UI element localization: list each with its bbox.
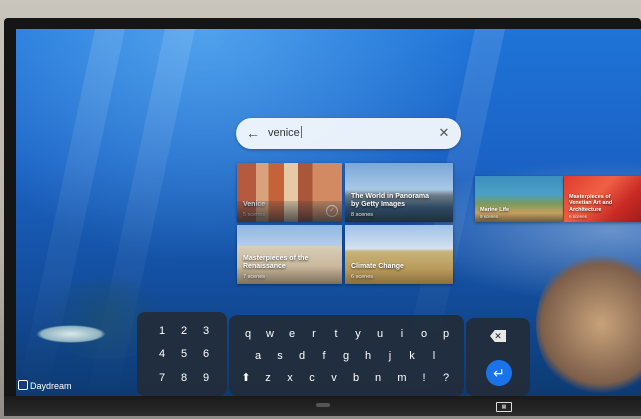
key-6[interactable]: 6 (197, 347, 215, 361)
result-tile-climate-change[interactable]: Climate Change 6 scenes (345, 225, 453, 284)
key-2[interactable]: 2 (175, 324, 193, 338)
key-7[interactable]: 7 (153, 371, 171, 385)
tile-subtitle: 5 scenes (243, 212, 266, 218)
tile-title: Masterpieces of the Renaissance (243, 255, 309, 270)
search-input[interactable]: venice (268, 126, 302, 139)
tile-title: Masterpieces of Venetian Art and Archite… (569, 193, 613, 213)
tile-title: The World in Panorama by Getty Images (351, 193, 430, 208)
back-arrow-icon[interactable]: ← (245, 125, 261, 141)
key-t[interactable]: t (327, 327, 345, 341)
key-a[interactable]: a (249, 349, 267, 363)
key-question[interactable]: ? (437, 371, 455, 385)
result-tile-venice[interactable]: Venice 5 scenes ✓ (237, 163, 342, 222)
key-l[interactable]: l (425, 349, 443, 363)
key-8[interactable]: 8 (175, 371, 193, 385)
key-m[interactable]: m (393, 371, 411, 385)
key-v[interactable]: v (325, 371, 343, 385)
key-d[interactable]: d (293, 349, 311, 363)
key-5[interactable]: 5 (175, 347, 193, 361)
tile-subtitle: 8 scenes (480, 214, 499, 219)
key-n[interactable]: n (369, 371, 387, 385)
tile-title: Venice (243, 201, 266, 208)
key-j[interactable]: j (381, 349, 399, 363)
key-s[interactable]: s (271, 349, 289, 363)
key-c[interactable]: c (303, 371, 321, 385)
key-z[interactable]: z (259, 371, 277, 385)
shift-icon[interactable]: ⬆ (237, 371, 255, 385)
keyboard-alpha: q w e r t y u i o p a s d f g h j k l ⬆ … (229, 315, 464, 396)
coral-reef (536, 249, 641, 396)
key-k[interactable]: k (403, 349, 421, 363)
tile-subtitle: 6 scenes (569, 214, 588, 219)
keyboard-controls: ✕ ↵ (466, 318, 530, 396)
text-caret (300, 126, 302, 138)
keyboard-numpad: 1 2 3 4 5 6 7 8 9 (137, 312, 227, 396)
backspace-icon[interactable]: ✕ (490, 330, 506, 342)
key-exclamation[interactable]: ! (415, 371, 433, 385)
keyboard-icon[interactable]: ▦ (496, 402, 512, 412)
result-tile-venetian-art[interactable]: Masterpieces of Venetian Art and Archite… (564, 176, 641, 222)
tile-subtitle: 6 scenes (351, 274, 374, 280)
result-tile-renaissance[interactable]: Masterpieces of the Renaissance 7 scenes (237, 225, 342, 284)
key-4[interactable]: 4 (153, 347, 171, 361)
key-b[interactable]: b (347, 371, 365, 385)
check-icon: ✓ (326, 205, 338, 217)
key-y[interactable]: y (349, 327, 367, 341)
clear-icon[interactable]: ✕ (436, 125, 452, 141)
search-bar[interactable]: ← venice ✕ (236, 118, 461, 149)
key-i[interactable]: i (393, 327, 411, 341)
tile-title: Climate Change (351, 263, 404, 270)
tile-subtitle: 7 scenes (243, 274, 266, 280)
daydream-branding: Daydream (18, 380, 72, 391)
key-3[interactable]: 3 (197, 324, 215, 338)
key-1[interactable]: 1 (153, 324, 171, 338)
key-p[interactable]: p (437, 327, 455, 341)
key-u[interactable]: u (371, 327, 389, 341)
enter-icon[interactable]: ↵ (486, 360, 512, 386)
key-q[interactable]: q (239, 327, 257, 341)
fish (36, 325, 106, 343)
key-r[interactable]: r (305, 327, 323, 341)
daydream-logo-icon (18, 380, 28, 390)
tv-logo (316, 403, 330, 407)
key-o[interactable]: o (415, 327, 433, 341)
key-h[interactable]: h (359, 349, 377, 363)
tile-subtitle: 8 scenes (351, 212, 374, 218)
key-e[interactable]: e (283, 327, 301, 341)
key-x[interactable]: x (281, 371, 299, 385)
key-f[interactable]: f (315, 349, 333, 363)
key-g[interactable]: g (337, 349, 355, 363)
result-tile-marine-life[interactable]: Marine Life 8 scenes (475, 176, 563, 222)
key-w[interactable]: w (261, 327, 279, 341)
tile-title: Marine Life (480, 206, 510, 213)
result-tile-panorama[interactable]: The World in Panorama by Getty Images 8 … (345, 163, 453, 222)
key-9[interactable]: 9 (197, 371, 215, 385)
